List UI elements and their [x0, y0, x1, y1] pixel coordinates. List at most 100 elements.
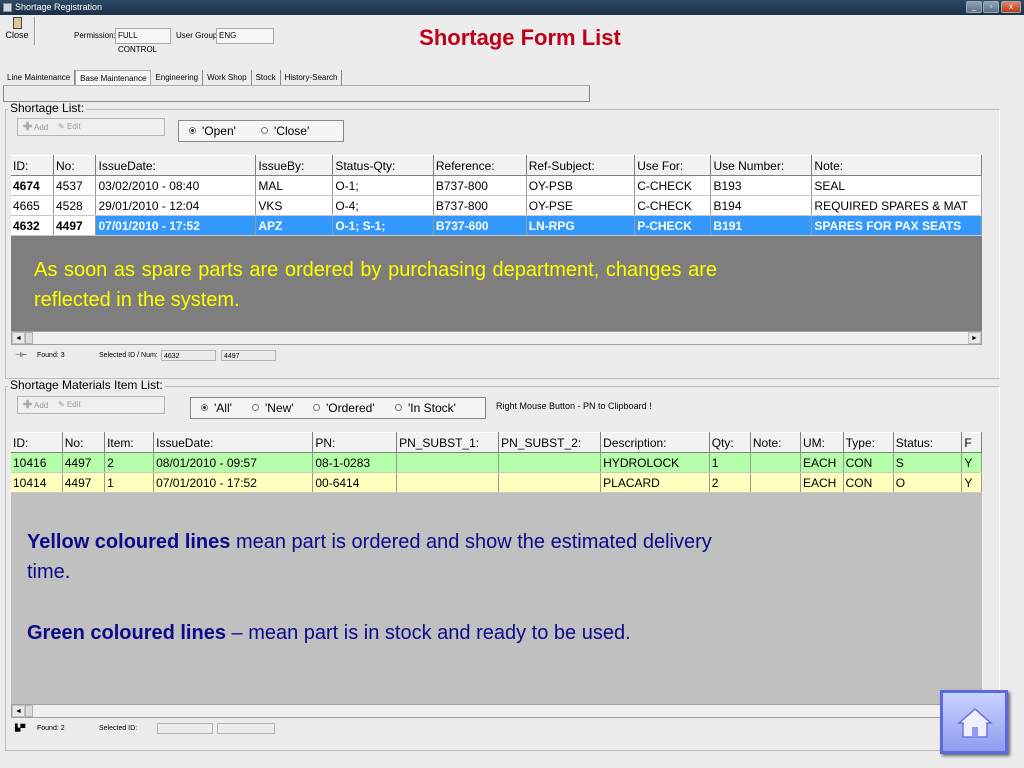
materials-table-scrollbar[interactable]: ◄ [11, 704, 982, 718]
column-header[interactable]: PN: [312, 432, 398, 453]
edit-item-button[interactable]: ✎ Edit [58, 399, 81, 411]
scroll-thumb[interactable] [25, 705, 33, 717]
column-header[interactable]: Item: [104, 432, 155, 453]
cell-use-for: P-CHECK [634, 215, 712, 236]
tab-engineering[interactable]: Engineering [151, 70, 204, 85]
filter-close-label: 'Close' [274, 124, 310, 138]
cell-note [750, 472, 801, 493]
filter-close-radio[interactable]: 'Close' [261, 124, 309, 138]
shortage-status-filter: 'Open' 'Close' [178, 120, 344, 142]
cell-issue-by: APZ [255, 215, 334, 236]
materials-status-filter: 'All' 'New' 'Ordered' 'In Stock' [190, 397, 486, 419]
selected-num-value: 4497 [221, 350, 276, 361]
cell-extra: Y [961, 452, 982, 473]
close-window-button[interactable]: x [1001, 1, 1021, 13]
door-icon [12, 17, 22, 29]
add-item-button[interactable]: ✚ Add [23, 399, 48, 412]
column-header[interactable]: No: [62, 432, 106, 453]
column-header[interactable]: UM: [800, 432, 844, 453]
cell-item: 1 [104, 472, 155, 493]
cell-type: CON [843, 452, 894, 473]
scroll-left-icon[interactable]: ◄ [12, 332, 25, 344]
cell-no: 4528 [53, 195, 97, 216]
column-header[interactable]: Ref-Subject: [526, 155, 636, 176]
cell-id: 4674 [11, 175, 54, 196]
tab-history-search[interactable]: History-Search [281, 70, 343, 85]
column-header[interactable]: IssueBy: [255, 155, 334, 176]
scroll-left-icon[interactable]: ◄ [12, 705, 25, 717]
column-header[interactable]: ID: [11, 432, 63, 453]
materials-status-bar: ▙▀ Found: 2 Selected ID: [15, 723, 280, 736]
cell-ref-subject: OY-PSE [526, 195, 636, 216]
maximize-button[interactable]: ▫ [983, 1, 999, 13]
column-header[interactable]: F [961, 432, 982, 453]
add-button[interactable]: ✚ Add [23, 121, 48, 134]
table-row-ordered[interactable]: 10414 4497 1 07/01/2010 - 17:52 00-6414 … [11, 472, 982, 493]
filter-new-radio[interactable]: 'New' [252, 401, 294, 415]
add-label: Add [34, 123, 49, 132]
column-header[interactable]: Reference: [433, 155, 527, 176]
cell-id: 10416 [11, 452, 63, 473]
cell-pn-subst-2 [498, 452, 602, 473]
column-header[interactable]: IssueDate: [153, 432, 314, 453]
filter-open-radio[interactable]: 'Open' [189, 124, 236, 138]
cell-id: 10414 [11, 472, 63, 493]
tab-stock[interactable]: Stock [252, 70, 281, 85]
column-header[interactable]: Note: [750, 432, 801, 453]
cell-pn[interactable]: 00-6414 [312, 472, 398, 493]
table-row[interactable]: 4674 4537 03/02/2010 - 08:40 MAL O-1; B7… [11, 175, 982, 196]
close-button[interactable]: Close [3, 17, 31, 45]
selected-num-value [217, 723, 275, 734]
column-header[interactable]: Note: [811, 155, 982, 176]
filter-in-stock-radio[interactable]: 'In Stock' [395, 401, 456, 415]
filter-ordered-radio[interactable]: 'Ordered' [313, 401, 375, 415]
table-row-selected[interactable]: 4632 4497 07/01/2010 - 17:52 APZ O-1; S-… [11, 215, 982, 236]
cell-issue-date: 03/02/2010 - 08:40 [95, 175, 257, 196]
yellow-lines-note: Yellow coloured lines mean part is order… [27, 527, 717, 587]
column-header[interactable]: Use Number: [710, 155, 813, 176]
column-header[interactable]: Qty: [709, 432, 751, 453]
materials-list-label: Shortage Materials Item List: [8, 378, 165, 392]
scroll-thumb[interactable] [25, 332, 33, 344]
cell-use-number: B194 [710, 195, 813, 216]
edit-button[interactable]: ✎ Edit [58, 121, 81, 133]
column-header[interactable]: No: [53, 155, 97, 176]
home-button[interactable] [940, 690, 1008, 754]
shortage-table-scrollbar[interactable]: ◄ ► [11, 331, 982, 345]
column-header[interactable]: ID: [11, 155, 54, 176]
column-header[interactable]: Description: [600, 432, 710, 453]
tab-work-shop[interactable]: Work Shop [203, 70, 252, 85]
column-header[interactable]: PN_SUBST_2: [498, 432, 602, 453]
green-lines-text: – mean part is in stock and ready to be … [225, 622, 631, 644]
green-lines-note: Green coloured lines – mean part is in s… [27, 618, 717, 648]
green-lines-title: Green coloured lines [27, 622, 226, 644]
column-header[interactable]: Type: [843, 432, 894, 453]
shortage-table-grid: ID: No: IssueDate: IssueBy: Status-Qty: … [11, 155, 982, 236]
cell-pn[interactable]: 08-1-0283 [312, 452, 398, 473]
tab-line-maintenance[interactable]: Line Maintenance [3, 70, 76, 85]
materials-table-grid: ID: No: Item: IssueDate: PN: PN_SUBST_1:… [11, 432, 982, 493]
column-header[interactable]: Use For: [634, 155, 712, 176]
column-header[interactable]: Status-Qty: [332, 155, 434, 176]
add-label: Add [34, 401, 49, 410]
edit-label: Edit [66, 400, 81, 409]
add-icon: ✚ [23, 121, 33, 133]
filter-all-radio[interactable]: 'All' [201, 401, 232, 415]
materials-list-buttons: ✚ Add ✎ Edit [17, 396, 165, 414]
cell-no: 4537 [53, 175, 97, 196]
column-header[interactable]: PN_SUBST_1: [396, 432, 500, 453]
cell-type: CON [843, 472, 894, 493]
table-row-in-stock[interactable]: 10416 4497 2 08/01/2010 - 09:57 08-1-028… [11, 452, 982, 473]
table-row[interactable]: 4665 4528 29/01/2010 - 12:04 VKS O-4; B7… [11, 195, 982, 216]
yellow-lines-title: Yellow coloured lines [27, 531, 231, 553]
cell-note [750, 452, 801, 473]
column-header[interactable]: Status: [893, 432, 963, 453]
cell-no: 4497 [53, 215, 97, 236]
app-icon [3, 3, 12, 12]
tab-base-maintenance[interactable]: Base Maintenance [75, 70, 152, 85]
shortage-table-header: ID: No: IssueDate: IssueBy: Status-Qty: … [11, 155, 982, 176]
minimize-button[interactable]: _ [966, 1, 982, 13]
column-header[interactable]: IssueDate: [95, 155, 257, 176]
scroll-right-icon[interactable]: ► [968, 332, 981, 344]
cell-use-for: C-CHECK [634, 195, 712, 216]
